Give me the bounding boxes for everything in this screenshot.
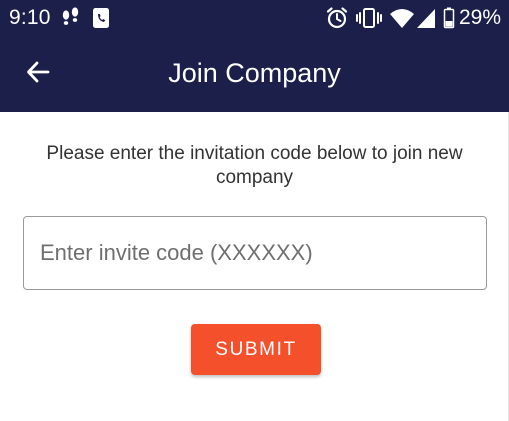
status-time: 9:10 (9, 6, 51, 29)
footsteps-icon (60, 0, 82, 36)
app-bar: Join Company (0, 36, 509, 112)
page-title: Join Company (168, 58, 341, 88)
alarm-icon (325, 0, 349, 36)
join-company-form: Please enter the invitation code below t… (0, 112, 509, 421)
signal-icon (416, 0, 436, 36)
wifi-icon (389, 0, 415, 36)
invite-code-input[interactable] (23, 216, 487, 290)
status-bar: 9:10 29% (0, 0, 509, 36)
battery-icon (443, 0, 455, 36)
instructions-text: Please enter the invitation code below t… (46, 143, 463, 188)
vibrate-icon (355, 0, 383, 36)
phone-app-icon (92, 0, 110, 36)
battery-percent: 29% (458, 6, 501, 29)
submit-button[interactable]: SUBMIT (191, 324, 321, 375)
